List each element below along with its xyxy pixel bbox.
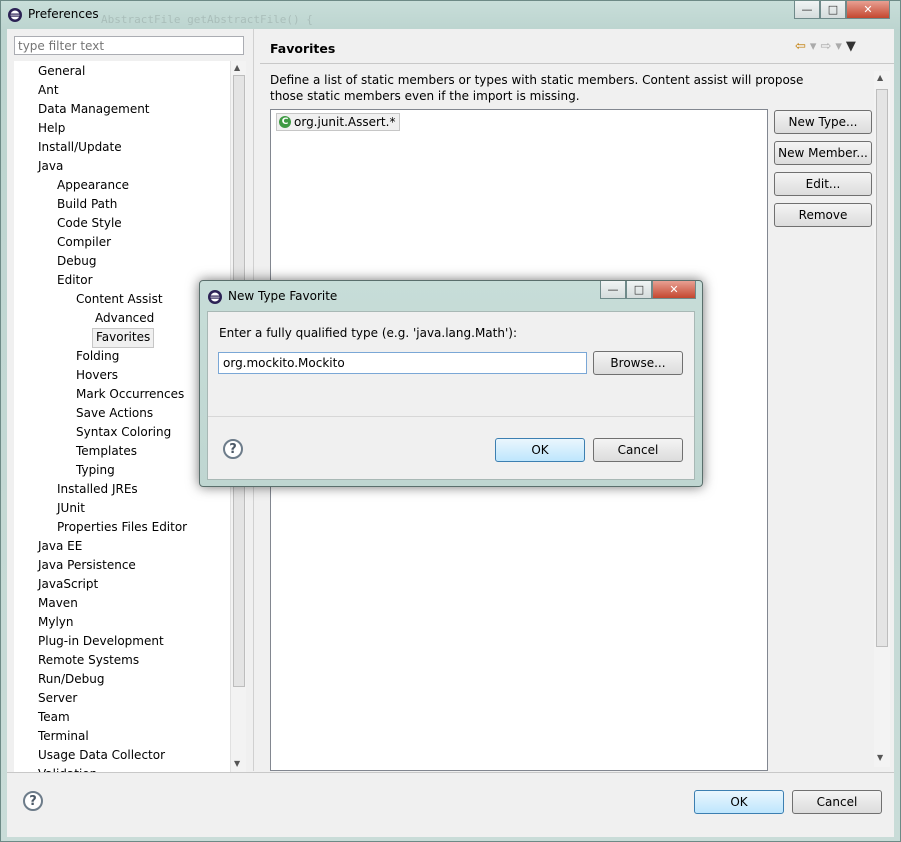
- tree-item[interactable]: Compiler: [57, 233, 111, 251]
- tree-item[interactable]: Typing: [76, 461, 115, 479]
- back-arrow-icon[interactable]: ⇦: [795, 39, 806, 54]
- modal-separator: [208, 416, 694, 417]
- eclipse-icon: [7, 7, 23, 26]
- edit-button[interactable]: Edit...: [774, 172, 872, 196]
- tree-item[interactable]: Data Management: [38, 100, 150, 118]
- tree-item[interactable]: General: [38, 62, 85, 80]
- forward-arrow-icon[interactable]: ⇨: [820, 39, 831, 54]
- page-navigation: ⇦ ▾ ⇨ ▾ ▼: [795, 39, 856, 54]
- tree-item[interactable]: Install/Update: [38, 138, 122, 156]
- tree-item[interactable]: Folding: [76, 347, 119, 365]
- new-type-button[interactable]: New Type...: [774, 110, 872, 134]
- window-title: Preferences: [28, 7, 99, 21]
- scroll-down-icon[interactable]: ▼: [877, 753, 883, 762]
- cancel-button[interactable]: Cancel: [792, 790, 882, 814]
- tree-item[interactable]: Remote Systems: [38, 651, 139, 669]
- tree-item[interactable]: Run/Debug: [38, 670, 105, 688]
- title-bar[interactable]: Preferences AbstractFile getAbstractFile…: [1, 1, 900, 29]
- scroll-up-icon[interactable]: ▲: [234, 63, 240, 72]
- tree-item[interactable]: Templates: [76, 442, 137, 460]
- help-icon[interactable]: ?: [23, 791, 43, 811]
- minimize-button[interactable]: —: [600, 281, 626, 299]
- list-item[interactable]: C org.junit.Assert.*: [276, 113, 401, 131]
- type-field-label: Enter a fully qualified type (e.g. 'java…: [219, 326, 517, 340]
- maximize-button[interactable]: □: [626, 281, 652, 299]
- page-scrollbar[interactable]: ▲ ▼: [874, 71, 890, 767]
- scroll-down-icon[interactable]: ▼: [234, 759, 240, 768]
- page-description: Define a list of static members or types…: [270, 73, 804, 103]
- tree-item[interactable]: JUnit: [57, 499, 85, 517]
- help-icon[interactable]: ?: [223, 439, 243, 459]
- tree-item[interactable]: Favorites: [92, 328, 155, 348]
- minimize-button[interactable]: —: [794, 1, 820, 19]
- new-type-favorite-dialog: New Type Favorite — □ ✕ Enter a fully qu…: [199, 280, 703, 487]
- tree-item[interactable]: Usage Data Collector: [38, 746, 165, 764]
- background-code-text: AbstractFile getAbstractFile() {: [101, 13, 313, 26]
- modal-ok-button[interactable]: OK: [495, 438, 585, 462]
- tree-item[interactable]: Installed JREs: [57, 480, 138, 498]
- tree-item[interactable]: Java EE: [38, 537, 82, 555]
- chevron-down-icon[interactable]: ▾: [810, 39, 817, 54]
- chevron-down-icon[interactable]: ▾: [835, 39, 842, 54]
- tree-item[interactable]: Editor: [57, 271, 93, 289]
- tree-item[interactable]: Build Path: [57, 195, 117, 213]
- view-menu-icon[interactable]: ▼: [846, 39, 856, 54]
- maximize-button[interactable]: □: [820, 1, 846, 19]
- tree-item[interactable]: Debug: [57, 252, 96, 270]
- tree-item[interactable]: Mark Occurrences: [76, 385, 184, 403]
- tree-item[interactable]: Help: [38, 119, 65, 137]
- tree-item[interactable]: Java Persistence: [38, 556, 136, 574]
- tree-item[interactable]: Save Actions: [76, 404, 153, 422]
- tree-item[interactable]: Advanced: [95, 309, 154, 327]
- title-separator: [260, 63, 894, 64]
- modal-cancel-button[interactable]: Cancel: [593, 438, 683, 462]
- tree-item[interactable]: Java: [38, 157, 63, 175]
- tree-item[interactable]: Team: [38, 708, 70, 726]
- modal-content: Enter a fully qualified type (e.g. 'java…: [207, 311, 695, 480]
- eclipse-icon: [207, 289, 223, 308]
- modal-title: New Type Favorite: [228, 289, 338, 303]
- tree-item[interactable]: Terminal: [38, 727, 89, 745]
- tree-item[interactable]: Hovers: [76, 366, 118, 384]
- footer-separator: [7, 772, 894, 773]
- tree-item[interactable]: Maven: [38, 594, 78, 612]
- close-button[interactable]: ✕: [846, 1, 890, 19]
- close-button[interactable]: ✕: [652, 281, 696, 299]
- page-scroll-thumb[interactable]: [876, 89, 888, 647]
- tree-item[interactable]: Code Style: [57, 214, 122, 232]
- tree-item[interactable]: Ant: [38, 81, 59, 99]
- new-member-button[interactable]: New Member...: [774, 141, 872, 165]
- ok-button[interactable]: OK: [694, 790, 784, 814]
- remove-button[interactable]: Remove: [774, 203, 872, 227]
- tree-item[interactable]: Appearance: [57, 176, 129, 194]
- tree-item[interactable]: JavaScript: [38, 575, 98, 593]
- class-icon: C: [279, 116, 291, 128]
- page-title: Favorites: [270, 41, 336, 56]
- tree-item[interactable]: Plug-in Development: [38, 632, 164, 650]
- scroll-up-icon[interactable]: ▲: [877, 73, 883, 82]
- modal-window-controls: — □ ✕: [600, 281, 696, 299]
- window-controls: — □ ✕: [794, 1, 890, 19]
- favorite-label: org.junit.Assert.*: [294, 115, 396, 129]
- tree-item[interactable]: Mylyn: [38, 613, 74, 631]
- browse-button[interactable]: Browse...: [593, 351, 683, 375]
- filter-input[interactable]: [14, 36, 244, 55]
- tree-item[interactable]: Content Assist: [76, 290, 163, 308]
- tree-item[interactable]: Properties Files Editor: [57, 518, 187, 536]
- type-input[interactable]: [218, 352, 587, 374]
- tree-item[interactable]: Syntax Coloring: [76, 423, 171, 441]
- tree-item[interactable]: Server: [38, 689, 77, 707]
